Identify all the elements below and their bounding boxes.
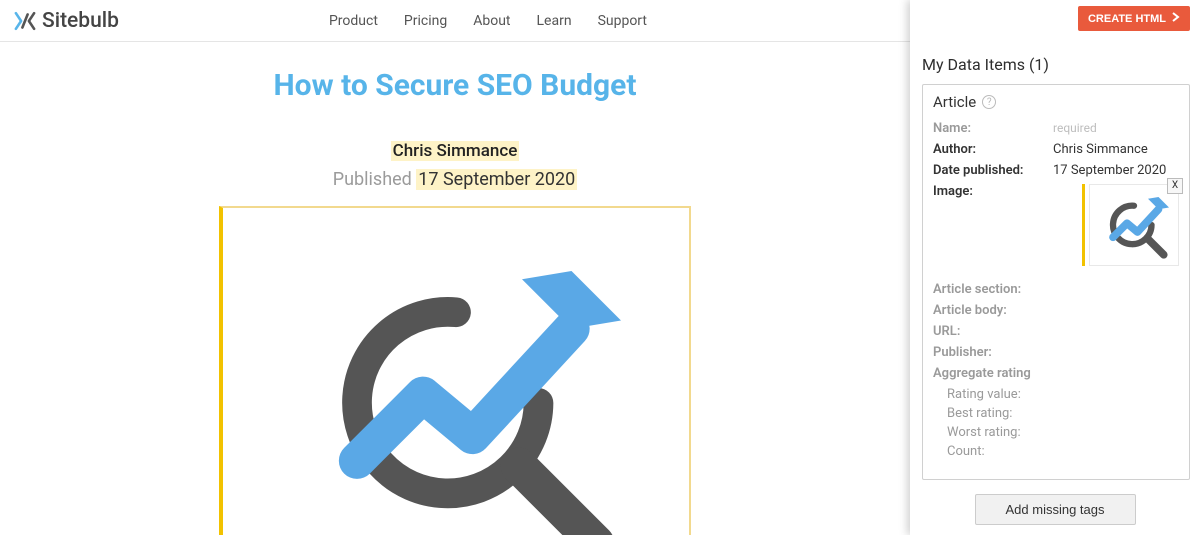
create-html-button[interactable]: CREATE HTML	[1078, 6, 1190, 31]
field-image-label: Image:	[933, 184, 1053, 199]
subfield-rating-value: Rating value:	[933, 387, 1179, 402]
brand-logo-icon	[12, 10, 38, 32]
field-author-label: Author:	[933, 142, 1053, 157]
nav-item-learn[interactable]: Learn	[537, 13, 572, 29]
article-meta: Chris Simmance Published 17 September 20…	[115, 141, 795, 190]
nav-item-product[interactable]: Product	[329, 13, 378, 29]
remove-image-button[interactable]: X	[1167, 178, 1183, 194]
primary-nav: Product Pricing About Learn Support	[329, 13, 647, 29]
chevron-right-icon	[1172, 12, 1180, 25]
article-title: How to Secure SEO Budget	[115, 68, 795, 103]
seo-chart-icon	[1099, 190, 1169, 260]
create-html-label: CREATE HTML	[1088, 13, 1166, 25]
panel-heading: My Data Items (1)	[922, 31, 1190, 74]
help-icon[interactable]: ?	[982, 95, 996, 109]
article-author: Chris Simmance	[391, 141, 520, 161]
field-author-value: Chris Simmance	[1053, 142, 1179, 157]
data-inspector-panel: CREATE HTML My Data Items (1) Article ? …	[910, 0, 1200, 535]
field-image-thumbnail	[1089, 184, 1179, 266]
field-article-section-label: Article section:	[933, 282, 1053, 297]
published-label: Published	[333, 169, 412, 190]
field-publisher-label: Publisher:	[933, 345, 1053, 360]
main-content: How to Secure SEO Budget Chris Simmance …	[0, 42, 910, 535]
nav-item-pricing[interactable]: Pricing	[404, 13, 447, 29]
subfield-worst-rating: Worst rating:	[933, 425, 1179, 440]
field-date-published-label: Date published:	[933, 163, 1053, 178]
field-name-label: Name:	[933, 121, 1053, 136]
seo-chart-icon	[291, 238, 621, 535]
field-name-required: required	[1053, 121, 1179, 136]
field-url-label: URL:	[933, 324, 1053, 339]
card-title: Article	[933, 93, 976, 111]
data-item-card: Article ? Name: required Author: Chris S…	[922, 84, 1190, 480]
brand-name: Sitebulb	[42, 9, 119, 33]
article-hero-image	[219, 206, 691, 535]
brand-logo: Sitebulb	[12, 9, 119, 33]
published-date: 17 September 2020	[416, 169, 577, 190]
field-date-published-value: 17 September 2020	[1053, 163, 1179, 178]
nav-item-about[interactable]: About	[473, 13, 510, 29]
field-aggregate-rating-label: Aggregate rating	[933, 366, 1053, 381]
field-article-body-label: Article body:	[933, 303, 1053, 318]
nav-item-support[interactable]: Support	[598, 13, 647, 29]
add-missing-tags-button[interactable]: Add missing tags	[975, 494, 1136, 525]
subfield-count: Count:	[933, 444, 1179, 459]
article: How to Secure SEO Budget Chris Simmance …	[115, 42, 795, 535]
subfield-best-rating: Best rating:	[933, 406, 1179, 421]
